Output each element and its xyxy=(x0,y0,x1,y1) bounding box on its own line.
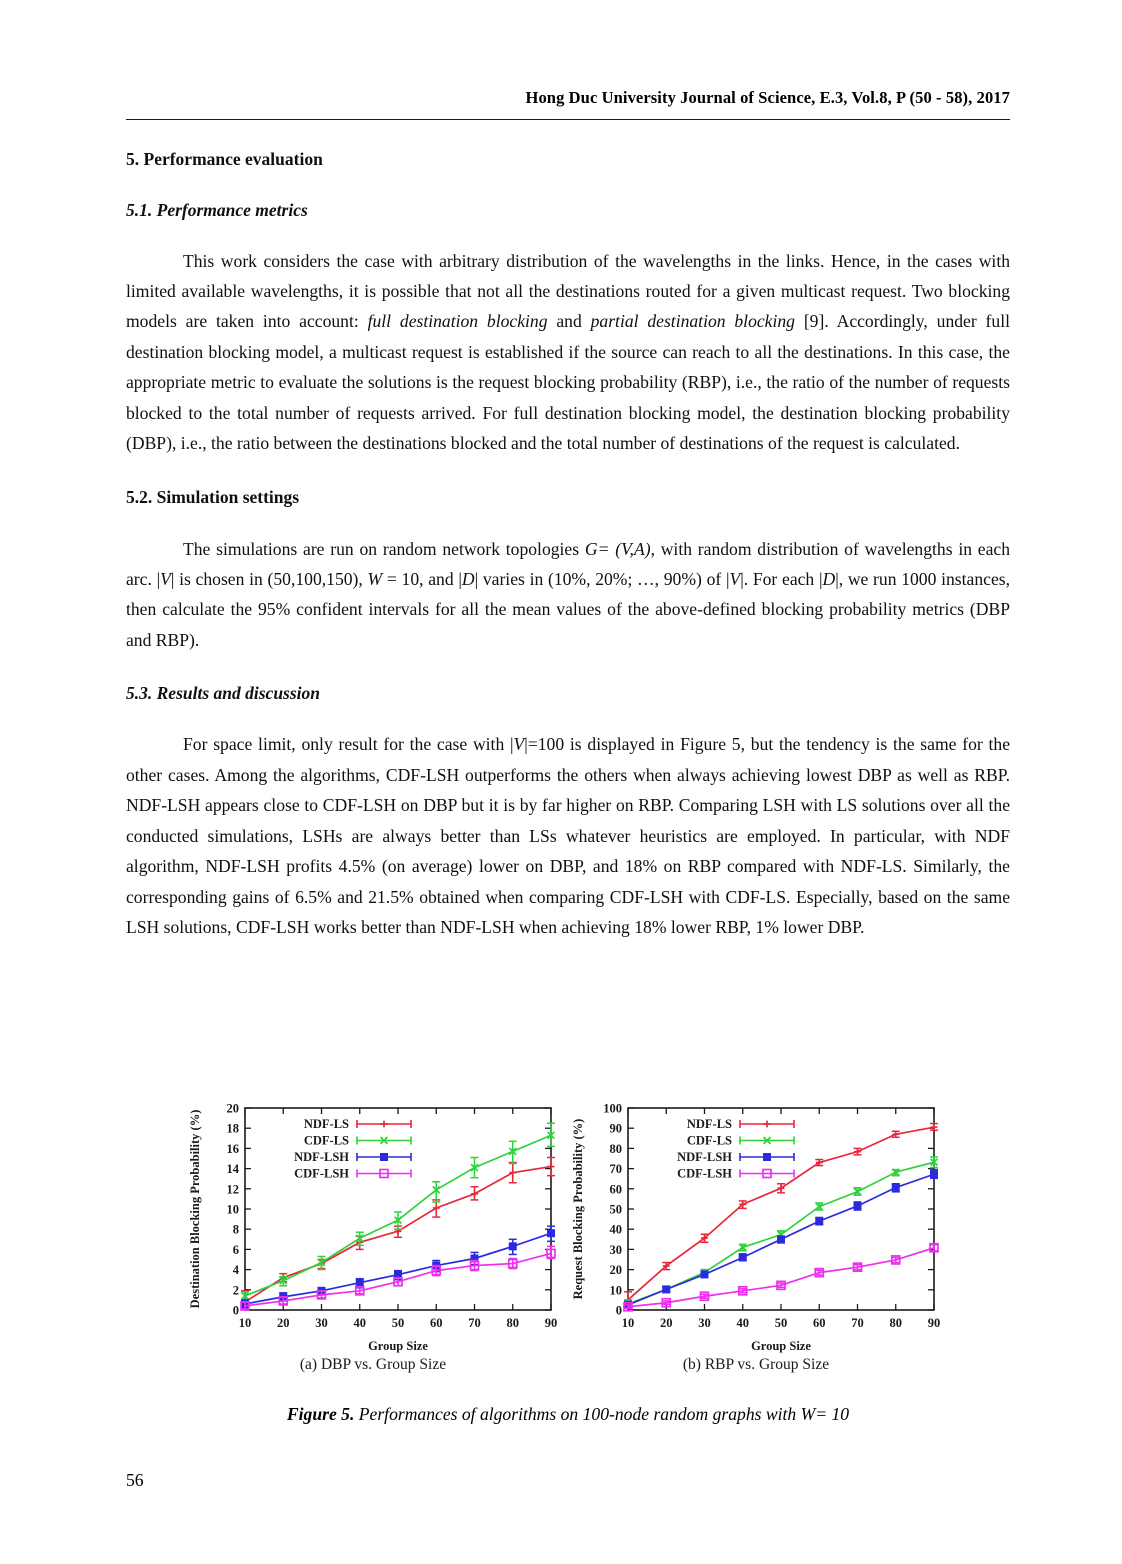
chart-dbp: 0 2 4 6 8 10 12 14 16 18 20 10 20 30 40 50 60 70 80 90 Group… xyxy=(183,1098,563,1366)
p52-italic-d1: D xyxy=(461,569,475,589)
svg-text:Destination Blocking Probabili: Destination Blocking Probability (%) xyxy=(188,1110,202,1309)
svg-text:NDF-LSH: NDF-LSH xyxy=(677,1150,732,1164)
svg-text:100: 100 xyxy=(603,1102,622,1116)
svg-text:30: 30 xyxy=(610,1243,623,1257)
svg-text:90: 90 xyxy=(928,1316,941,1330)
svg-text:50: 50 xyxy=(392,1316,405,1330)
p53-italic-v: V xyxy=(513,734,525,755)
subcaption-a: (a) DBP vs. Group Size xyxy=(299,1356,447,1373)
svg-text:80: 80 xyxy=(610,1142,623,1156)
svg-text:10: 10 xyxy=(622,1316,635,1330)
section-heading-5-1: 5.1. Performance metrics xyxy=(126,200,308,221)
svg-text:30: 30 xyxy=(315,1316,328,1330)
svg-text:Request Blocking Probability (: Request Blocking Probability (%) xyxy=(571,1119,585,1300)
svg-text:Group Size: Group Size xyxy=(368,1339,428,1353)
running-head: Hong Duc University Journal of Science, … xyxy=(525,88,1010,107)
figure-5: 0 2 4 6 8 10 12 14 16 18 20 10 20 30 40 50 60 70 80 90 Group… xyxy=(170,1098,960,1398)
subcaption-b: (b) RBP vs. Group Size xyxy=(682,1356,830,1373)
svg-text:10: 10 xyxy=(610,1283,623,1297)
p52-italic-w: W xyxy=(367,569,383,589)
svg-text:90: 90 xyxy=(610,1122,623,1136)
chart-rbp-svg: 010203040506070809010010 20 30 40 50 60 70 80 90… xyxy=(571,1102,941,1354)
svg-text:70: 70 xyxy=(610,1162,623,1176)
svg-text:10: 10 xyxy=(227,1203,240,1217)
section-heading-5-3: 5.3. Results and discussion xyxy=(126,683,321,704)
svg-text:16: 16 xyxy=(227,1142,240,1156)
svg-text:50: 50 xyxy=(775,1316,788,1330)
svg-text:60: 60 xyxy=(610,1182,623,1196)
svg-text:Group Size: Group Size xyxy=(751,1339,811,1353)
p52-italic-v1: V xyxy=(160,569,171,589)
svg-text:70: 70 xyxy=(468,1316,481,1330)
svg-text:6: 6 xyxy=(233,1243,239,1257)
svg-text:10: 10 xyxy=(239,1316,252,1330)
page-number: 56 xyxy=(126,1470,144,1490)
svg-text:12: 12 xyxy=(227,1182,240,1196)
p52-text-f: | varies in (10%, 20%; …, 90%) of | xyxy=(474,569,730,589)
p51-italic-full-destination-blocking: full destination blocking xyxy=(367,311,548,332)
svg-text:20: 20 xyxy=(227,1102,240,1116)
svg-text:20: 20 xyxy=(610,1263,623,1277)
svg-text:CDF-LS: CDF-LS xyxy=(304,1134,349,1148)
section-heading-5: 5. Performance evaluation xyxy=(126,149,323,169)
p52-text-a: The simulations are run on random networ… xyxy=(183,538,585,559)
header-divider xyxy=(126,119,1010,120)
svg-text:NDF-LS: NDF-LS xyxy=(304,1117,349,1131)
svg-text:30: 30 xyxy=(698,1316,711,1330)
p52-text-e: = 10, and | xyxy=(382,569,462,589)
svg-text:90: 90 xyxy=(545,1316,558,1330)
p52-italic-va: (V,A) xyxy=(615,538,651,559)
p52-italic-g: G= xyxy=(584,538,610,559)
p53-text-a: For space limit, only result for the cas… xyxy=(183,734,514,755)
p53-text-b: |=100 is displayed in Figure 5, but the … xyxy=(126,734,1011,937)
p52-text-d: | is chosen in (50,100,150), xyxy=(170,569,368,589)
p51-text-c: [9]. Accordingly, under full destination… xyxy=(126,311,1010,453)
svg-text:40: 40 xyxy=(737,1316,750,1330)
svg-text:4: 4 xyxy=(233,1263,240,1277)
p52-italic-v2: V xyxy=(729,569,741,589)
chart-rbp: 0 10 20 30 40 50 60 70 80 90 100 10 20 30 40 50 60 70 80 90… xyxy=(566,1098,946,1366)
figure-caption-text: Performances of algorithms on 100-node r… xyxy=(354,1404,850,1424)
svg-text:60: 60 xyxy=(430,1316,443,1330)
p52-italic-d2: D xyxy=(822,569,836,589)
svg-text:CDF-LS: CDF-LS xyxy=(687,1134,732,1148)
svg-text:20: 20 xyxy=(660,1316,673,1330)
svg-text:40: 40 xyxy=(610,1223,623,1237)
figure-caption-label: Figure 5. xyxy=(286,1404,355,1424)
svg-text:14: 14 xyxy=(227,1162,240,1176)
p51-text-b: and xyxy=(547,311,591,332)
svg-text:NDF-LS: NDF-LS xyxy=(687,1117,732,1131)
p51-italic-partial-destination-blocking: partial destination blocking xyxy=(590,311,795,332)
paragraph-5-1: This work considers the case with arbitr… xyxy=(126,246,1010,459)
section-heading-5-2: 5.2. Simulation settings xyxy=(126,487,300,508)
svg-text:18: 18 xyxy=(227,1122,240,1136)
svg-text:70: 70 xyxy=(851,1316,864,1330)
svg-text:2: 2 xyxy=(233,1283,239,1297)
svg-text:CDF-LSH: CDF-LSH xyxy=(677,1167,732,1181)
figure-caption: Figure 5. Performances of algorithms on … xyxy=(126,1404,1010,1425)
svg-text:40: 40 xyxy=(354,1316,367,1330)
svg-text:80: 80 xyxy=(507,1316,520,1330)
svg-text:20: 20 xyxy=(277,1316,290,1330)
svg-text:60: 60 xyxy=(813,1316,826,1330)
svg-text:NDF-LSH: NDF-LSH xyxy=(294,1150,349,1164)
svg-text:CDF-LSH: CDF-LSH xyxy=(294,1167,349,1181)
svg-text:50: 50 xyxy=(610,1203,623,1217)
text-column: 5. Performance evaluation 5.1. Performan… xyxy=(126,149,1010,942)
svg-text:80: 80 xyxy=(890,1316,903,1330)
paragraph-5-3: For space limit, only result for the cas… xyxy=(126,729,1010,942)
svg-text:8: 8 xyxy=(233,1223,239,1237)
p52-text-g: |. For each | xyxy=(740,569,823,589)
paragraph-5-2: The simulations are run on random networ… xyxy=(126,534,1010,656)
document-page: Hong Duc University Journal of Science, … xyxy=(0,0,1122,1564)
chart-dbp-svg: 0246810121416182010 20 30 40 50 60 70 80 90Group… xyxy=(188,1102,558,1354)
